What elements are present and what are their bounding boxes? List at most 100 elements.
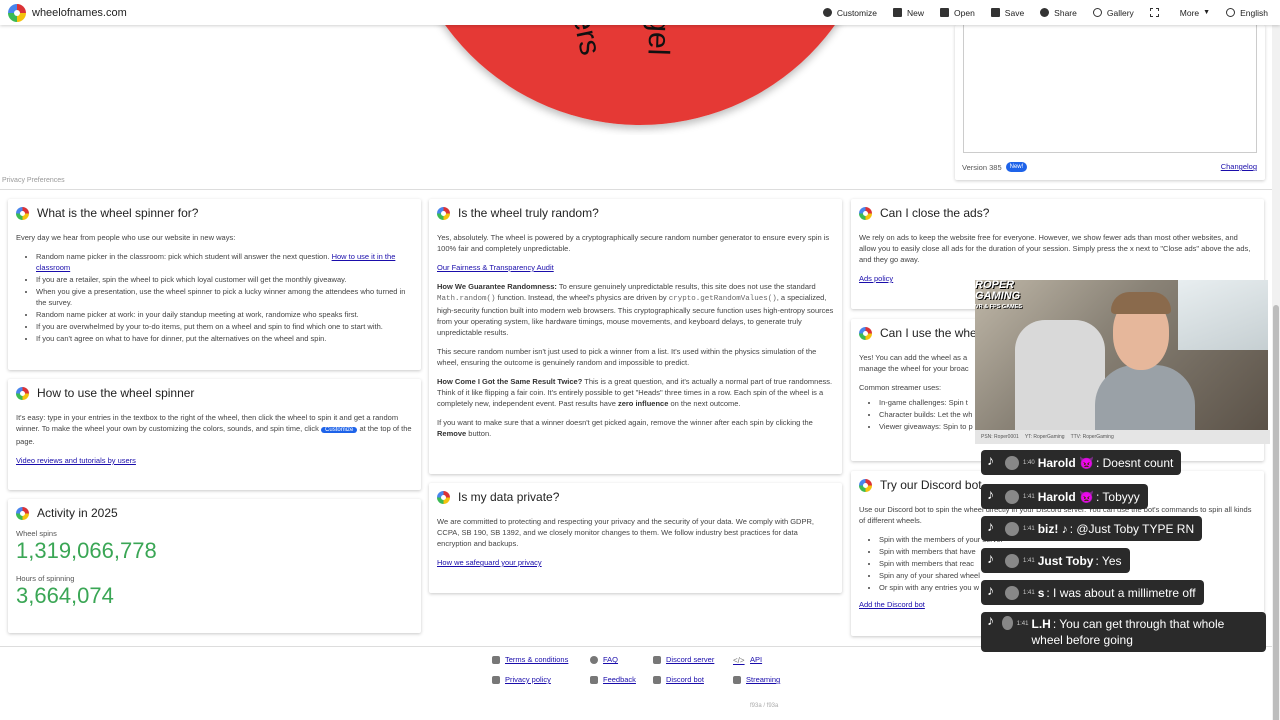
gaming-chair <box>1015 320 1105 430</box>
wheel-logo-icon <box>16 507 29 520</box>
question-icon <box>590 655 598 664</box>
card-text: Yes, absolutely. The wheel is powered by… <box>437 233 830 253</box>
chevron-down-icon: ▼ <box>1203 9 1211 16</box>
fullscreen-button[interactable] <box>1149 8 1164 17</box>
open-button[interactable]: Open <box>940 8 975 18</box>
entries-panel: Version 385 New! Changelog <box>955 25 1265 180</box>
gallery-button[interactable]: Gallery <box>1092 8 1134 18</box>
customize-badge[interactable]: Customize <box>321 427 358 433</box>
changelog-link[interactable]: Changelog <box>1221 162 1257 171</box>
spins-value: 1,319,066,778 <box>16 538 157 563</box>
discord-bot-link[interactable]: Discord bot <box>653 675 704 684</box>
chat-message: 1:41Harold 👿: Tobyyy <box>981 484 1148 509</box>
card-title: How to use the wheel spinner <box>16 387 413 400</box>
api-link[interactable]: </> API <box>733 655 762 665</box>
card-activity: Activity in 2025 Wheel spins 1,319,066,7… <box>8 499 421 633</box>
scale-icon <box>492 655 500 664</box>
share-button[interactable]: Share <box>1040 8 1077 18</box>
scrollbar-thumb[interactable] <box>1273 305 1279 720</box>
name-wheel[interactable]: eters ngel kllc A <box>400 25 880 125</box>
card-text: If you want to make sure that a winner d… <box>437 418 813 438</box>
tiktok-icon <box>987 550 999 568</box>
card-title: Can I close the ads? <box>859 207 1256 220</box>
avatar <box>1005 489 1019 504</box>
site-name: wheelofnames.com <box>32 6 127 19</box>
divider <box>0 189 1272 190</box>
discord-icon <box>653 655 661 664</box>
feedback-link[interactable]: Feedback <box>590 675 636 684</box>
chat-message: 1:41s: I was about a millimetre off <box>981 580 1204 605</box>
wheel-logo-icon <box>16 387 29 400</box>
lock-icon <box>492 675 500 684</box>
audit-link[interactable]: Our Fairness & Transparency Audit <box>437 263 554 272</box>
language-button[interactable]: English <box>1226 8 1268 18</box>
wheel-logo-icon <box>437 207 450 220</box>
tiktok-icon <box>987 452 999 470</box>
terms-link[interactable]: Terms & conditions <box>492 655 568 664</box>
discord-icon <box>653 675 661 684</box>
card-text: Every day we hear from people who use ou… <box>16 233 236 242</box>
footer-version: f93a / f93a <box>750 703 779 709</box>
more-button[interactable]: More ▼ <box>1180 8 1210 18</box>
card-title: What is the wheel spinner for? <box>16 207 413 220</box>
stream-logo: ROPER GAMING VR & FPS GAMES <box>975 280 1023 310</box>
card-what: What is the wheel spinner for? Every day… <box>8 199 421 370</box>
top-bar: wheelofnames.com Customize New Open Save… <box>0 0 1280 25</box>
video-reviews-link[interactable]: Video reviews and tutorials by users <box>16 456 136 465</box>
card-text: This secure random number isn't just use… <box>437 347 817 367</box>
chat-message: 1:41L.H: You can get through that whole … <box>981 612 1266 652</box>
tiktok-icon <box>987 518 999 536</box>
avatar <box>1005 521 1019 536</box>
chat-icon <box>590 675 598 684</box>
webcam-overlay: ROPER GAMING VR & FPS GAMES <box>975 280 1268 430</box>
card-how: How to use the wheel spinner It's easy: … <box>8 379 421 490</box>
add-discord-bot-link[interactable]: Add the Discord bot <box>859 600 925 609</box>
chat-message: 1:41biz! ♪: @Just Toby TYPE RN <box>981 516 1203 541</box>
privacy-preferences-link[interactable]: Privacy Preferences <box>2 177 65 184</box>
avatar <box>1005 553 1019 568</box>
new-button[interactable]: New <box>892 8 924 18</box>
code-icon: </> <box>733 655 745 665</box>
ads-policy-link[interactable]: Ads policy <box>859 274 893 283</box>
customize-button[interactable]: Customize <box>822 8 877 18</box>
privacy-policy-link[interactable]: Privacy policy <box>492 675 551 684</box>
faq-link[interactable]: FAQ <box>590 655 618 664</box>
card-text: It's easy: type in your entries in the t… <box>16 413 412 446</box>
list-item: Random name picker at work: in your dail… <box>36 309 413 320</box>
streaming-link[interactable]: Streaming <box>733 675 780 684</box>
list-item: When you give a presentation, use the wh… <box>36 286 413 308</box>
new-badge: New! <box>1005 162 1028 172</box>
list-item: If you are overwhelmed by your to-do ite… <box>36 321 413 332</box>
list-item: If you can't agree on what to have for d… <box>36 333 413 344</box>
discord-server-link[interactable]: Discord server <box>653 655 714 664</box>
tiktok-icon <box>987 612 996 630</box>
chat-message: 1:41Just Toby: Yes <box>981 548 1130 573</box>
uses-list: Random name picker in the classroom: pic… <box>36 251 413 344</box>
chat-message: 1:40Harold 👿: Doesnt count <box>981 450 1182 475</box>
card-text: We rely on ads to keep the website free … <box>859 233 1251 264</box>
streamer <box>1095 290 1195 430</box>
avatar <box>1005 585 1019 600</box>
wheel-label: ngel <box>641 25 677 56</box>
card-text: How Come I Got the Same Result Twice? Th… <box>437 377 833 408</box>
save-button[interactable]: Save <box>990 8 1024 18</box>
wheel-logo-icon <box>437 491 450 504</box>
fullscreen-icon <box>1149 8 1159 17</box>
new-file-icon <box>892 8 902 17</box>
list-item: If you are a retailer, spin the wheel to… <box>36 274 413 285</box>
avatar <box>1005 455 1019 470</box>
tiktok-icon <box>987 486 999 504</box>
privacy-safeguard-link[interactable]: How we safeguard your privacy <box>437 558 542 567</box>
wheel-logo-icon <box>16 207 29 220</box>
card-title: Activity in 2025 <box>16 507 413 520</box>
card-random: Is the wheel truly random? Yes, absolute… <box>429 199 842 474</box>
list-item: Random name picker in the classroom: pic… <box>36 251 413 273</box>
tiktok-icon <box>987 582 999 600</box>
card-title: Is the wheel truly random? <box>437 207 834 220</box>
share-icon <box>1040 8 1050 17</box>
entries-textbox[interactable] <box>963 25 1257 153</box>
brand[interactable]: wheelofnames.com <box>8 3 127 22</box>
video-icon <box>733 675 741 684</box>
search-icon <box>1092 8 1102 17</box>
scrollbar[interactable] <box>1272 25 1280 720</box>
